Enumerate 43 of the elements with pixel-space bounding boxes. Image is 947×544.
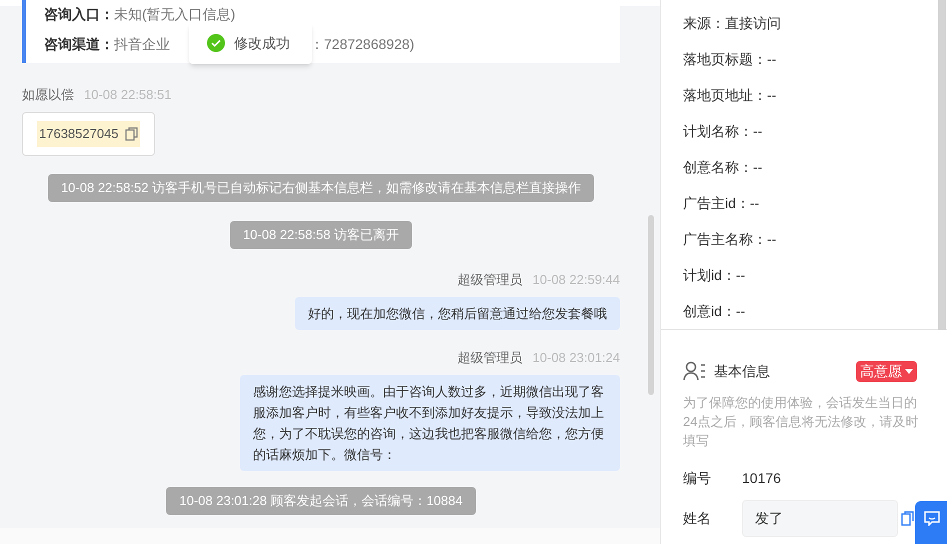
info-line: 落地页地址：-- [683, 86, 776, 106]
sender-name: 如愿以偿 [22, 86, 74, 104]
caret-icon [905, 368, 913, 374]
info-line: 广告主id：-- [683, 194, 760, 213]
system-notice: 10-08 23:01:28 顾客发起会话，会话编号：10884 [166, 486, 476, 514]
info-line: 计划id：-- [683, 266, 746, 285]
field-value: ：72872868928) [310, 34, 414, 54]
copy-icon[interactable] [901, 511, 914, 526]
scrollbar[interactable] [648, 215, 654, 395]
message-bubble: 感谢您选择提米映画。由于咨询人数过多，近期微信出现了客服添加客户时，有些客户收不到添加好友提示，导致没法加上您，为了不耽误您的咨询，这边我也把客服微信给您，您方便的话麻烦加下。微信号： [240, 374, 620, 470]
sender-name: 超级管理员 [458, 348, 523, 366]
info-line: 计划名称：-- [683, 122, 762, 142]
user-list-icon [683, 361, 707, 381]
chat-icon [924, 511, 940, 526]
check-circle-icon [207, 34, 225, 52]
message-time: 10-08 22:59:44 [532, 270, 620, 288]
info-line: 创意id：-- [683, 302, 746, 321]
toast-message: 修改成功 [234, 34, 290, 52]
message-time: 10-08 23:01:24 [532, 348, 620, 366]
system-notice: 10-08 22:58:52 访客手机号已自动标记右侧基本信息栏，如需修改请在基本信息栏直接操作 [48, 174, 594, 202]
phone-number: 17638527045 [39, 125, 119, 143]
chat-float-button[interactable] [915, 501, 947, 544]
name-field[interactable]: 发了 [742, 500, 898, 537]
field-label: 姓名 [683, 509, 712, 528]
copy-icon[interactable] [124, 126, 138, 141]
message-time: 10-08 22:58:51 [84, 86, 172, 104]
field-label: 咨询入口： [44, 4, 114, 24]
sender-name: 超级管理员 [458, 270, 523, 288]
info-line: 落地页标题：-- [683, 50, 776, 70]
info-line: 来源：直接访问 [683, 14, 781, 34]
scrollbar[interactable] [938, 0, 946, 330]
notice-text: 为了保障您的使用体验，会话发生当日的24点之后，顾客信息将无法修改，请及时填写 [683, 394, 920, 450]
info-line: 广告主名称：-- [683, 230, 776, 249]
field-label: 编号 [683, 468, 712, 488]
field-value: 未知(暂无入口信息) [114, 4, 236, 24]
field-label: 咨询渠道： [44, 34, 114, 54]
message-bubble: 好的，现在加您微信，您稍后留意通过给您发套餐哦 [295, 296, 620, 330]
intent-tag[interactable]: 高意愿 [856, 360, 917, 382]
system-notice: 10-08 22:58:58 访客已离开 [230, 220, 412, 248]
field-value: 抖音企业 [114, 34, 170, 54]
info-line: 创意名称：-- [683, 158, 762, 177]
section-title: 基本信息 [714, 362, 770, 380]
field-value: 10176 [742, 468, 781, 488]
